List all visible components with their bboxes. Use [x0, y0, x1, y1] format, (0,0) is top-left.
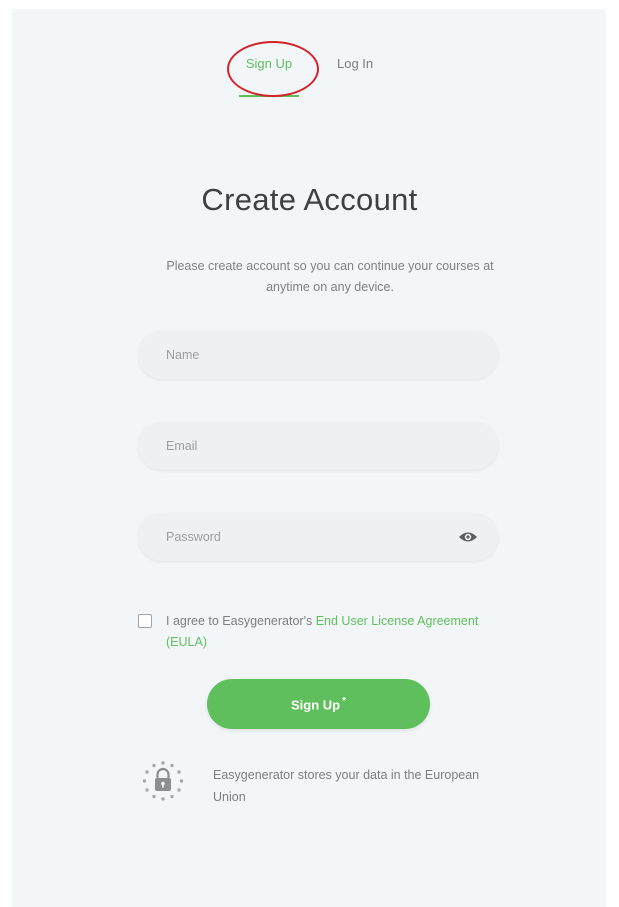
sign-up-button[interactable]: Sign Up *: [207, 679, 430, 729]
name-input[interactable]: [138, 331, 498, 379]
tab-log-in[interactable]: Log In: [337, 56, 373, 71]
sign-up-button-label: Sign Up: [290, 697, 341, 713]
eula-checkbox[interactable]: [138, 614, 152, 628]
page-subtitle: Please create account so you can continu…: [166, 259, 494, 294]
annotation-circle: [227, 41, 319, 97]
email-field-wrapper: [138, 422, 498, 470]
eye-icon[interactable]: [458, 530, 478, 544]
eu-lock-icon: [136, 756, 190, 810]
name-field-wrapper: [138, 331, 498, 379]
data-storage-note: Easygenerator stores your data in the Eu…: [213, 768, 480, 804]
page-title: Create Account: [201, 182, 418, 217]
sign-up-asterisk: *: [342, 695, 346, 707]
eula-agreement-text: I agree to Easygenerator's End User Lice…: [166, 611, 486, 653]
password-field-wrapper: [138, 513, 498, 561]
password-input[interactable]: [138, 513, 498, 561]
email-input[interactable]: [138, 422, 498, 470]
eula-prefix: I agree to Easygenerator's: [166, 614, 316, 628]
